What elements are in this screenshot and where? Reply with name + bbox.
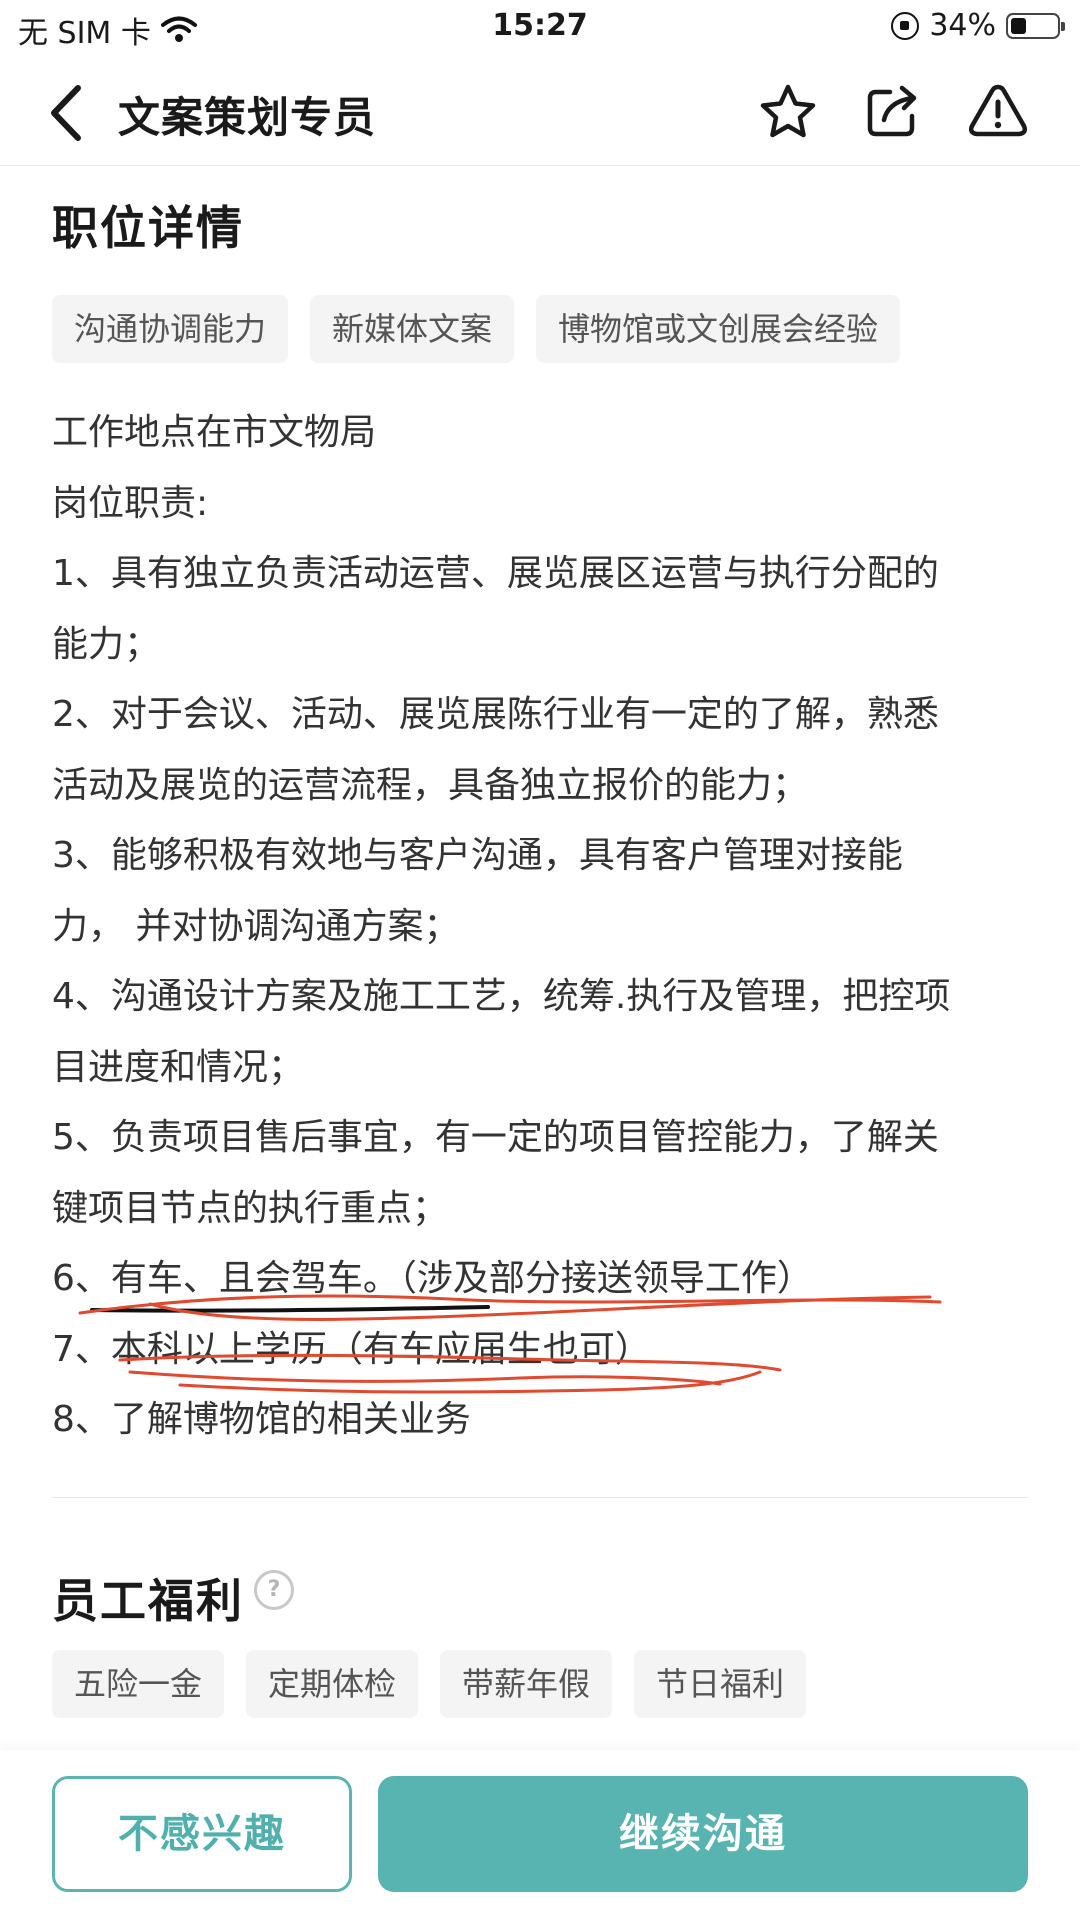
benefit-tag: 节日福利 [634, 1650, 807, 1718]
job-details-title: 职位详情 [52, 201, 244, 255]
description-line: 4、沟通设计方案及施工工艺，统筹.执行及管理，把控项 [52, 976, 951, 1017]
skill-tags: 沟通协调能力 新媒体文案 博物馆或文创展会经验 [52, 295, 901, 363]
benefit-tag: 五险一金 [52, 1650, 225, 1718]
skill-tag: 新媒体文案 [310, 295, 515, 363]
not-interested-button[interactable]: 不感兴趣 [52, 1776, 352, 1892]
description-line: 6、有车、且会驾车。（涉及部分接送领导工作） [52, 1258, 813, 1299]
benefit-tag: 定期体检 [246, 1650, 419, 1718]
page-title: 文案策划专员 [118, 93, 377, 142]
skill-tag: 沟通协调能力 [52, 295, 289, 363]
battery-icon [1006, 12, 1065, 39]
share-icon[interactable] [860, 80, 924, 144]
description-line: 活动及展览的运营流程，具备独立报价的能力； [52, 764, 809, 806]
description-line: 力， 并对协调沟通方案； [52, 905, 460, 947]
battery-fill [1011, 17, 1026, 34]
benefit-tag: 带薪年假 [440, 1650, 613, 1718]
description-line: 键项目节点的执行重点； [52, 1187, 449, 1229]
section-divider [52, 1497, 1028, 1498]
description-line: 岗位职责: [52, 482, 209, 524]
description-line: 2、对于会议、活动、展览展陈行业有一定的了解，熟悉 [52, 694, 939, 735]
back-arrow-icon[interactable] [40, 80, 100, 146]
description-line: 3、能够积极有效地与客户沟通，具有客户管理对接能 [52, 835, 903, 876]
warning-icon[interactable] [966, 80, 1030, 144]
description-line: 能力； [52, 623, 161, 665]
star-icon[interactable] [756, 80, 820, 144]
continue-chat-button[interactable]: 继续沟通 [378, 1776, 1028, 1892]
battery-percent: 34% [929, 8, 996, 43]
question-circle-icon[interactable]: ? [254, 1570, 294, 1610]
job-description: 工作地点在市文物局 岗位职责: 1、具有独立负责活动运营、展览展区运营与执行分配… [52, 398, 1042, 1456]
benefit-tags: 五险一金 定期体检 带薪年假 节日福利 [52, 1650, 807, 1718]
bottom-action-bar: 不感兴趣 继续沟通 [0, 1750, 1080, 1920]
description-line: 5、负责项目售后事宜，有一定的项目管控能力，了解关 [52, 1117, 939, 1158]
description-line: 目进度和情况； [52, 1046, 305, 1088]
description-line: 8、了解博物馆的相关业务 [52, 1399, 471, 1440]
description-line: 7、本科以上学历（有车应届生也可） [52, 1328, 651, 1370]
benefits-title: 员工福利 [52, 1574, 244, 1628]
status-bar: 无 SIM 卡 15:27 34% [0, 0, 1080, 56]
nav-bar: 文案策划专员 [0, 60, 1080, 166]
rotation-lock-icon [891, 11, 920, 40]
description-line: 工作地点在市文物局 [52, 412, 377, 453]
skill-tag: 博物馆或文创展会经验 [536, 295, 901, 363]
description-line: 1、具有独立负责活动运营、展览展区运营与执行分配的 [52, 553, 939, 594]
